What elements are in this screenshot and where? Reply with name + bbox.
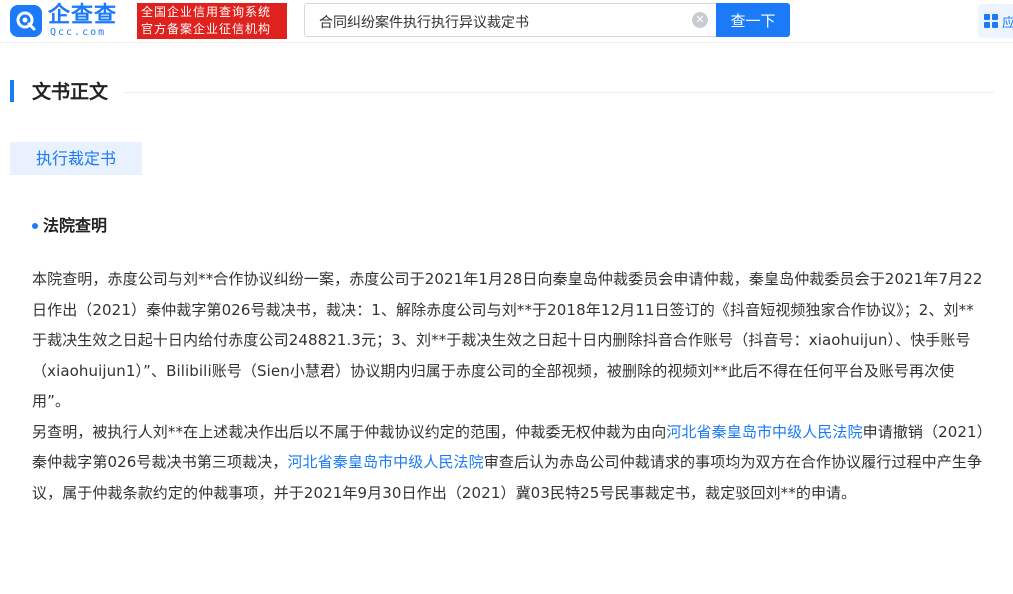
search-box: ✕ [304,3,716,37]
section-divider [124,92,994,93]
badge-line-1: 全国企业信用查询系统 [141,5,272,19]
paragraph-2-part-a: 另查明，被执行人刘**在上述裁决作出后以不属于仲裁协议约定的范围，仲裁委无权仲裁… [32,422,667,441]
court-link-2[interactable]: 河北省秦皇岛市中级人民法院 [287,453,483,471]
paragraph-1: 本院查明，赤度公司与刘**合作协议纠纷一案，赤度公司于2021年1月28日向秦皇… [32,270,983,410]
court-link-1[interactable]: 河北省秦皇岛市中级人民法院 [666,423,862,441]
sub-title: 法院查明 [43,216,108,235]
app-grid-icon [984,14,998,28]
qcc-logo-icon[interactable] [10,5,42,37]
credit-badge: 全国企业信用查询系统 官方备案企业征信机构 [137,3,287,39]
paragraph-2: 另查明，被执行人刘**在上述裁决作出后以不属于仲裁协议约定的范围，仲裁委无权仲裁… [32,417,987,509]
logo-text[interactable]: 企查查 [48,4,117,28]
top-header: 企查查 Qcc.com 全国企业信用查询系统 官方备案企业征信机构 ✕ 查一下 … [0,0,1013,43]
badge-line-2: 官方备案企业征信机构 [141,22,272,36]
section-title: 文书正文 [32,81,109,103]
document-body: 本院查明，赤度公司与刘**合作协议纠纷一案，赤度公司于2021年1月28日向秦皇… [32,264,987,508]
app-entry-button[interactable]: 应 [978,4,1013,38]
sub-title-bullet [32,223,38,229]
search-input[interactable] [317,11,681,33]
doc-type-tag: 执行裁定书 [10,142,142,175]
search-button[interactable]: 查一下 [716,3,790,37]
app-entry-label: 应 [1002,16,1013,31]
section-accent-bar [10,80,14,102]
clear-icon[interactable]: ✕ [692,12,708,28]
logo-subtext: Qcc.com [50,27,107,38]
